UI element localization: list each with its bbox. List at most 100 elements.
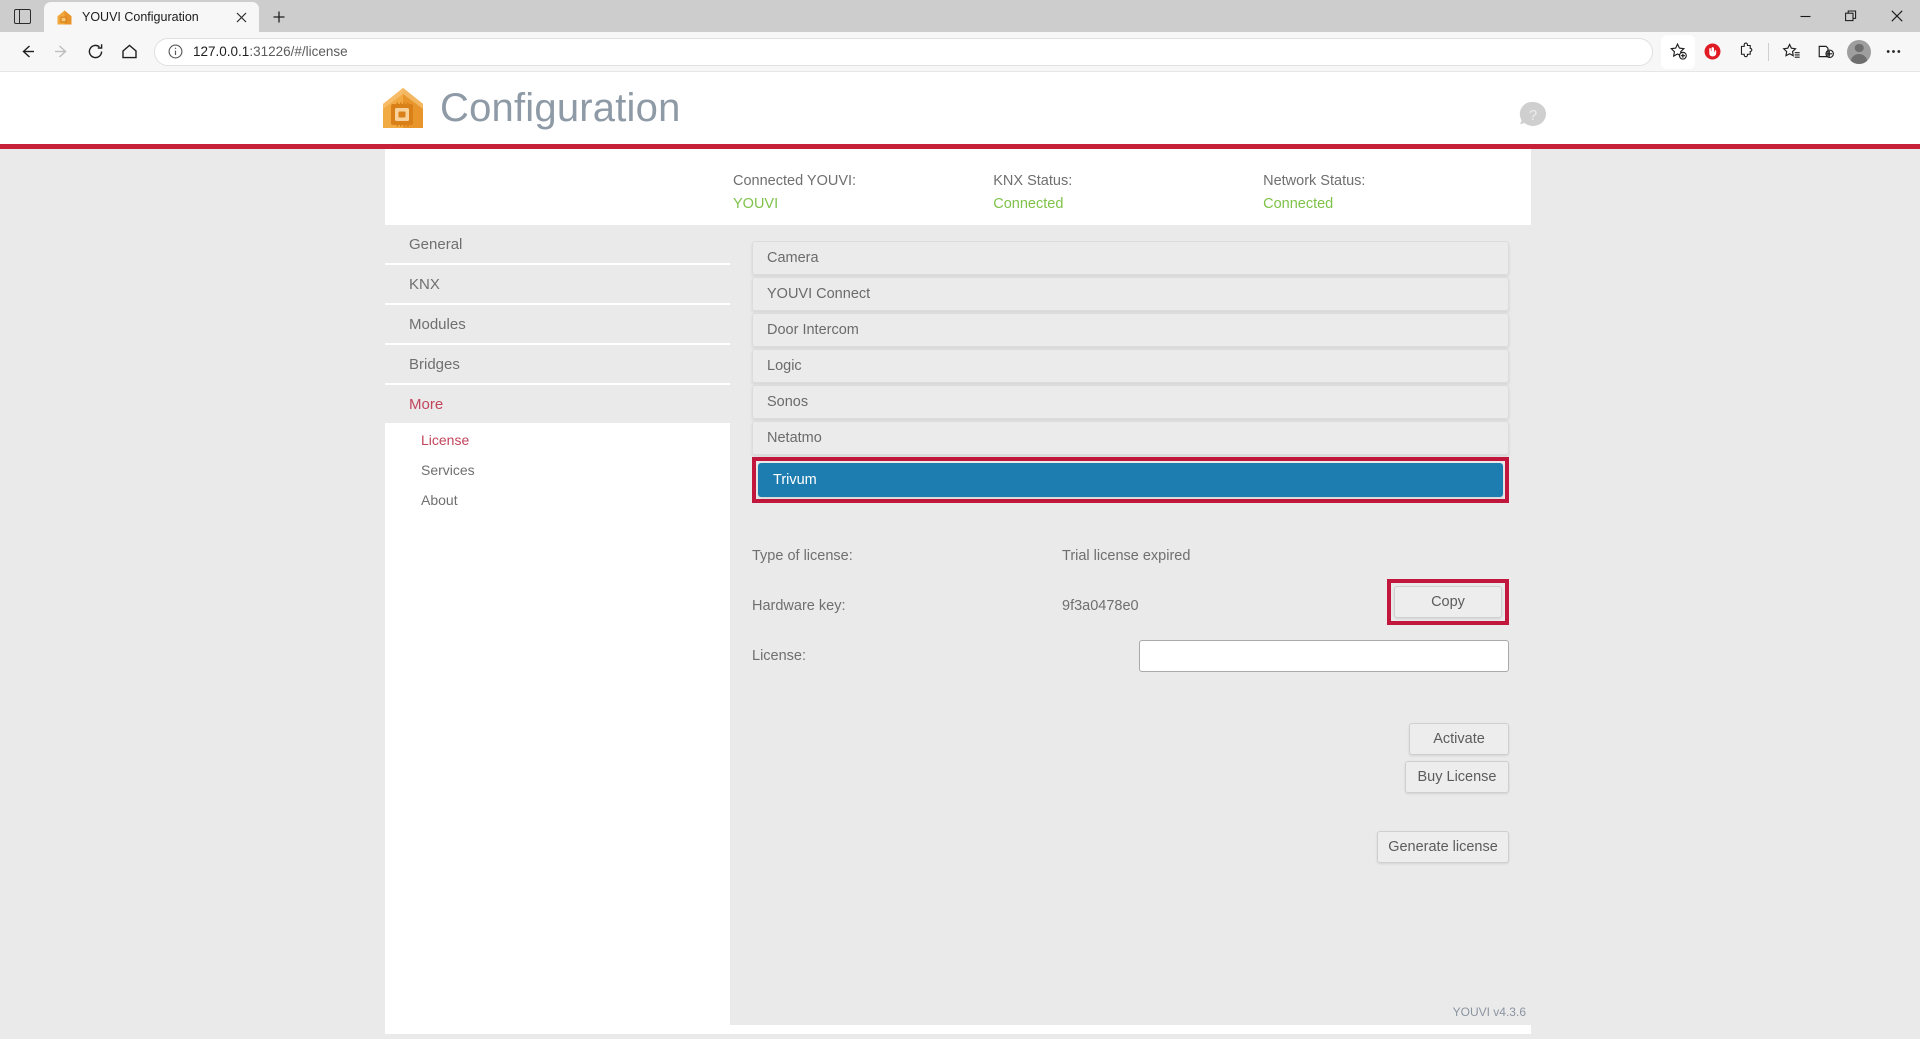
activate-row: Activate	[752, 723, 1509, 755]
sidebar-item-knx[interactable]: KNX	[385, 265, 730, 305]
tab-list-icon	[13, 8, 31, 24]
license-list-item-netatmo[interactable]: Netatmo	[752, 421, 1509, 455]
svg-text:?: ?	[1529, 107, 1537, 124]
forward-icon[interactable]	[44, 35, 78, 69]
license-list-item-trivum[interactable]: Trivum	[758, 463, 1503, 497]
status-row: Connected YOUVI: YOUVI KNX Status: Conne…	[385, 149, 1531, 225]
home-icon[interactable]	[112, 35, 146, 69]
status-label: Network Status:	[1263, 173, 1366, 189]
license-item-label: Netatmo	[767, 430, 822, 446]
license-list-item-camera[interactable]: Camera	[752, 241, 1509, 275]
help-question-icon[interactable]: ?	[1516, 98, 1550, 132]
sidebar-subitem-license[interactable]: License	[385, 425, 730, 455]
new-tab-button[interactable]	[263, 2, 295, 32]
close-icon[interactable]	[231, 7, 251, 27]
youvi-house-chip-logo	[380, 85, 426, 131]
browser-titlebar: YOUVI Configuration	[0, 0, 1920, 32]
status-value: Connected	[993, 196, 1064, 212]
detail-row-type: Type of license: Trial license expired	[752, 531, 1509, 581]
browser-tab[interactable]: YOUVI Configuration	[44, 2, 259, 32]
page-body: Connected YOUVI: YOUVI KNX Status: Conne…	[0, 149, 1920, 1039]
status-value: Connected	[1263, 196, 1334, 212]
status-knx: KNX Status: Connected	[993, 173, 1263, 212]
sidebar: General KNX Modules Bridges More License…	[385, 225, 730, 1025]
detail-row-hardware-key: Hardware key: 9f3a0478e0 Copy	[752, 579, 1509, 631]
favorites-list-icon[interactable]	[1774, 35, 1808, 69]
toolbar-divider	[1768, 42, 1769, 61]
type-of-license-label: Type of license:	[752, 548, 853, 564]
activate-button[interactable]: Activate	[1409, 723, 1509, 755]
hardware-key-value: 9f3a0478e0	[1062, 598, 1139, 614]
status-network: Network Status: Connected	[1263, 173, 1531, 212]
sidebar-subitem-label: License	[421, 432, 470, 448]
sidebar-item-modules[interactable]: Modules	[385, 305, 730, 345]
license-list-item-door-intercom[interactable]: Door Intercom	[752, 313, 1509, 347]
adblock-shield-icon[interactable]	[1695, 35, 1729, 69]
license-input[interactable]	[1139, 640, 1509, 672]
sidebar-item-label: KNX	[409, 275, 440, 293]
back-icon[interactable]	[10, 35, 44, 69]
version-footer: YOUVI v4.3.6	[1452, 1005, 1526, 1019]
sidebar-item-label: General	[409, 235, 463, 253]
page: Configuration ? Connected YOUVI: YOUVI K…	[0, 72, 1920, 1039]
page-title: Configuration	[440, 85, 681, 130]
youvi-house-icon	[56, 9, 73, 26]
reload-icon[interactable]	[78, 35, 112, 69]
content-card: Connected YOUVI: YOUVI KNX Status: Conne…	[385, 149, 1531, 1034]
avatar	[1847, 39, 1871, 64]
status-label: KNX Status:	[993, 173, 1073, 189]
license-content: Camera YOUVI Connect Door Intercom Logic	[730, 225, 1531, 1025]
info-icon[interactable]	[165, 42, 185, 62]
license-list-item-youvi-connect[interactable]: YOUVI Connect	[752, 277, 1509, 311]
extensions-puzzle-icon[interactable]	[1729, 35, 1763, 69]
generate-license-row: Generate license	[752, 793, 1509, 863]
buy-license-row: Buy License	[752, 755, 1509, 793]
status-label: Connected YOUVI:	[733, 173, 857, 189]
action-buttons: Activate Buy License Generate license	[752, 723, 1509, 863]
status-value: YOUVI	[733, 196, 779, 212]
url-host: 127.0.0.1	[193, 44, 250, 59]
close-window-button[interactable]	[1874, 0, 1920, 32]
buy-license-button[interactable]: Buy License	[1405, 761, 1509, 793]
type-of-license-value: Trial license expired	[1062, 548, 1191, 564]
license-item-label: Trivum	[773, 472, 817, 488]
sidebar-item-label: More	[409, 395, 444, 413]
more-settings-icon[interactable]	[1876, 35, 1910, 69]
minimize-button[interactable]	[1782, 0, 1828, 32]
sidebar-subitem-label: Services	[421, 462, 475, 478]
license-list-item-sonos[interactable]: Sonos	[752, 385, 1509, 419]
url-path: :31226/#/license	[249, 44, 348, 59]
copy-button[interactable]: Copy	[1394, 586, 1502, 618]
sidebar-item-general[interactable]: General	[385, 225, 730, 265]
address-bar[interactable]: 127.0.0.1:31226/#/license	[154, 37, 1653, 66]
add-favorite-icon[interactable]	[1661, 34, 1695, 69]
hardware-key-label: Hardware key:	[752, 598, 846, 614]
license-item-label: Camera	[767, 250, 819, 266]
license-list: Camera YOUVI Connect Door Intercom Logic	[752, 241, 1509, 503]
tab-list-button[interactable]	[0, 0, 44, 32]
generate-license-button[interactable]: Generate license	[1377, 831, 1509, 863]
tab-title: YOUVI Configuration	[82, 10, 199, 24]
restore-button[interactable]	[1828, 0, 1874, 32]
window-controls	[1782, 0, 1920, 32]
detail-row-license: License:	[752, 631, 1509, 681]
license-item-label: Door Intercom	[767, 322, 859, 338]
sidebar-item-bridges[interactable]: Bridges	[385, 345, 730, 385]
profile-avatar-icon[interactable]	[1842, 35, 1876, 69]
license-label: License:	[752, 648, 807, 664]
app-header: Configuration ?	[0, 72, 1920, 144]
sidebar-item-more[interactable]: More	[385, 385, 730, 425]
sidebar-subitem-about[interactable]: About	[385, 485, 730, 515]
sidebar-item-label: Modules	[409, 315, 466, 333]
sidebar-subitem-label: About	[421, 492, 458, 508]
license-item-label: Sonos	[767, 394, 809, 410]
address-bar-url: 127.0.0.1:31226/#/license	[193, 44, 348, 59]
license-item-label: Logic	[767, 358, 802, 374]
panes: General KNX Modules Bridges More License…	[385, 225, 1531, 1025]
copy-highlight-box: Copy	[1387, 579, 1509, 625]
collections-icon[interactable]	[1808, 35, 1842, 69]
license-details: Type of license: Trial license expired H…	[752, 531, 1509, 681]
license-list-item-logic[interactable]: Logic	[752, 349, 1509, 383]
status-connected-youvi: Connected YOUVI: YOUVI	[733, 173, 993, 212]
sidebar-subitem-services[interactable]: Services	[385, 455, 730, 485]
